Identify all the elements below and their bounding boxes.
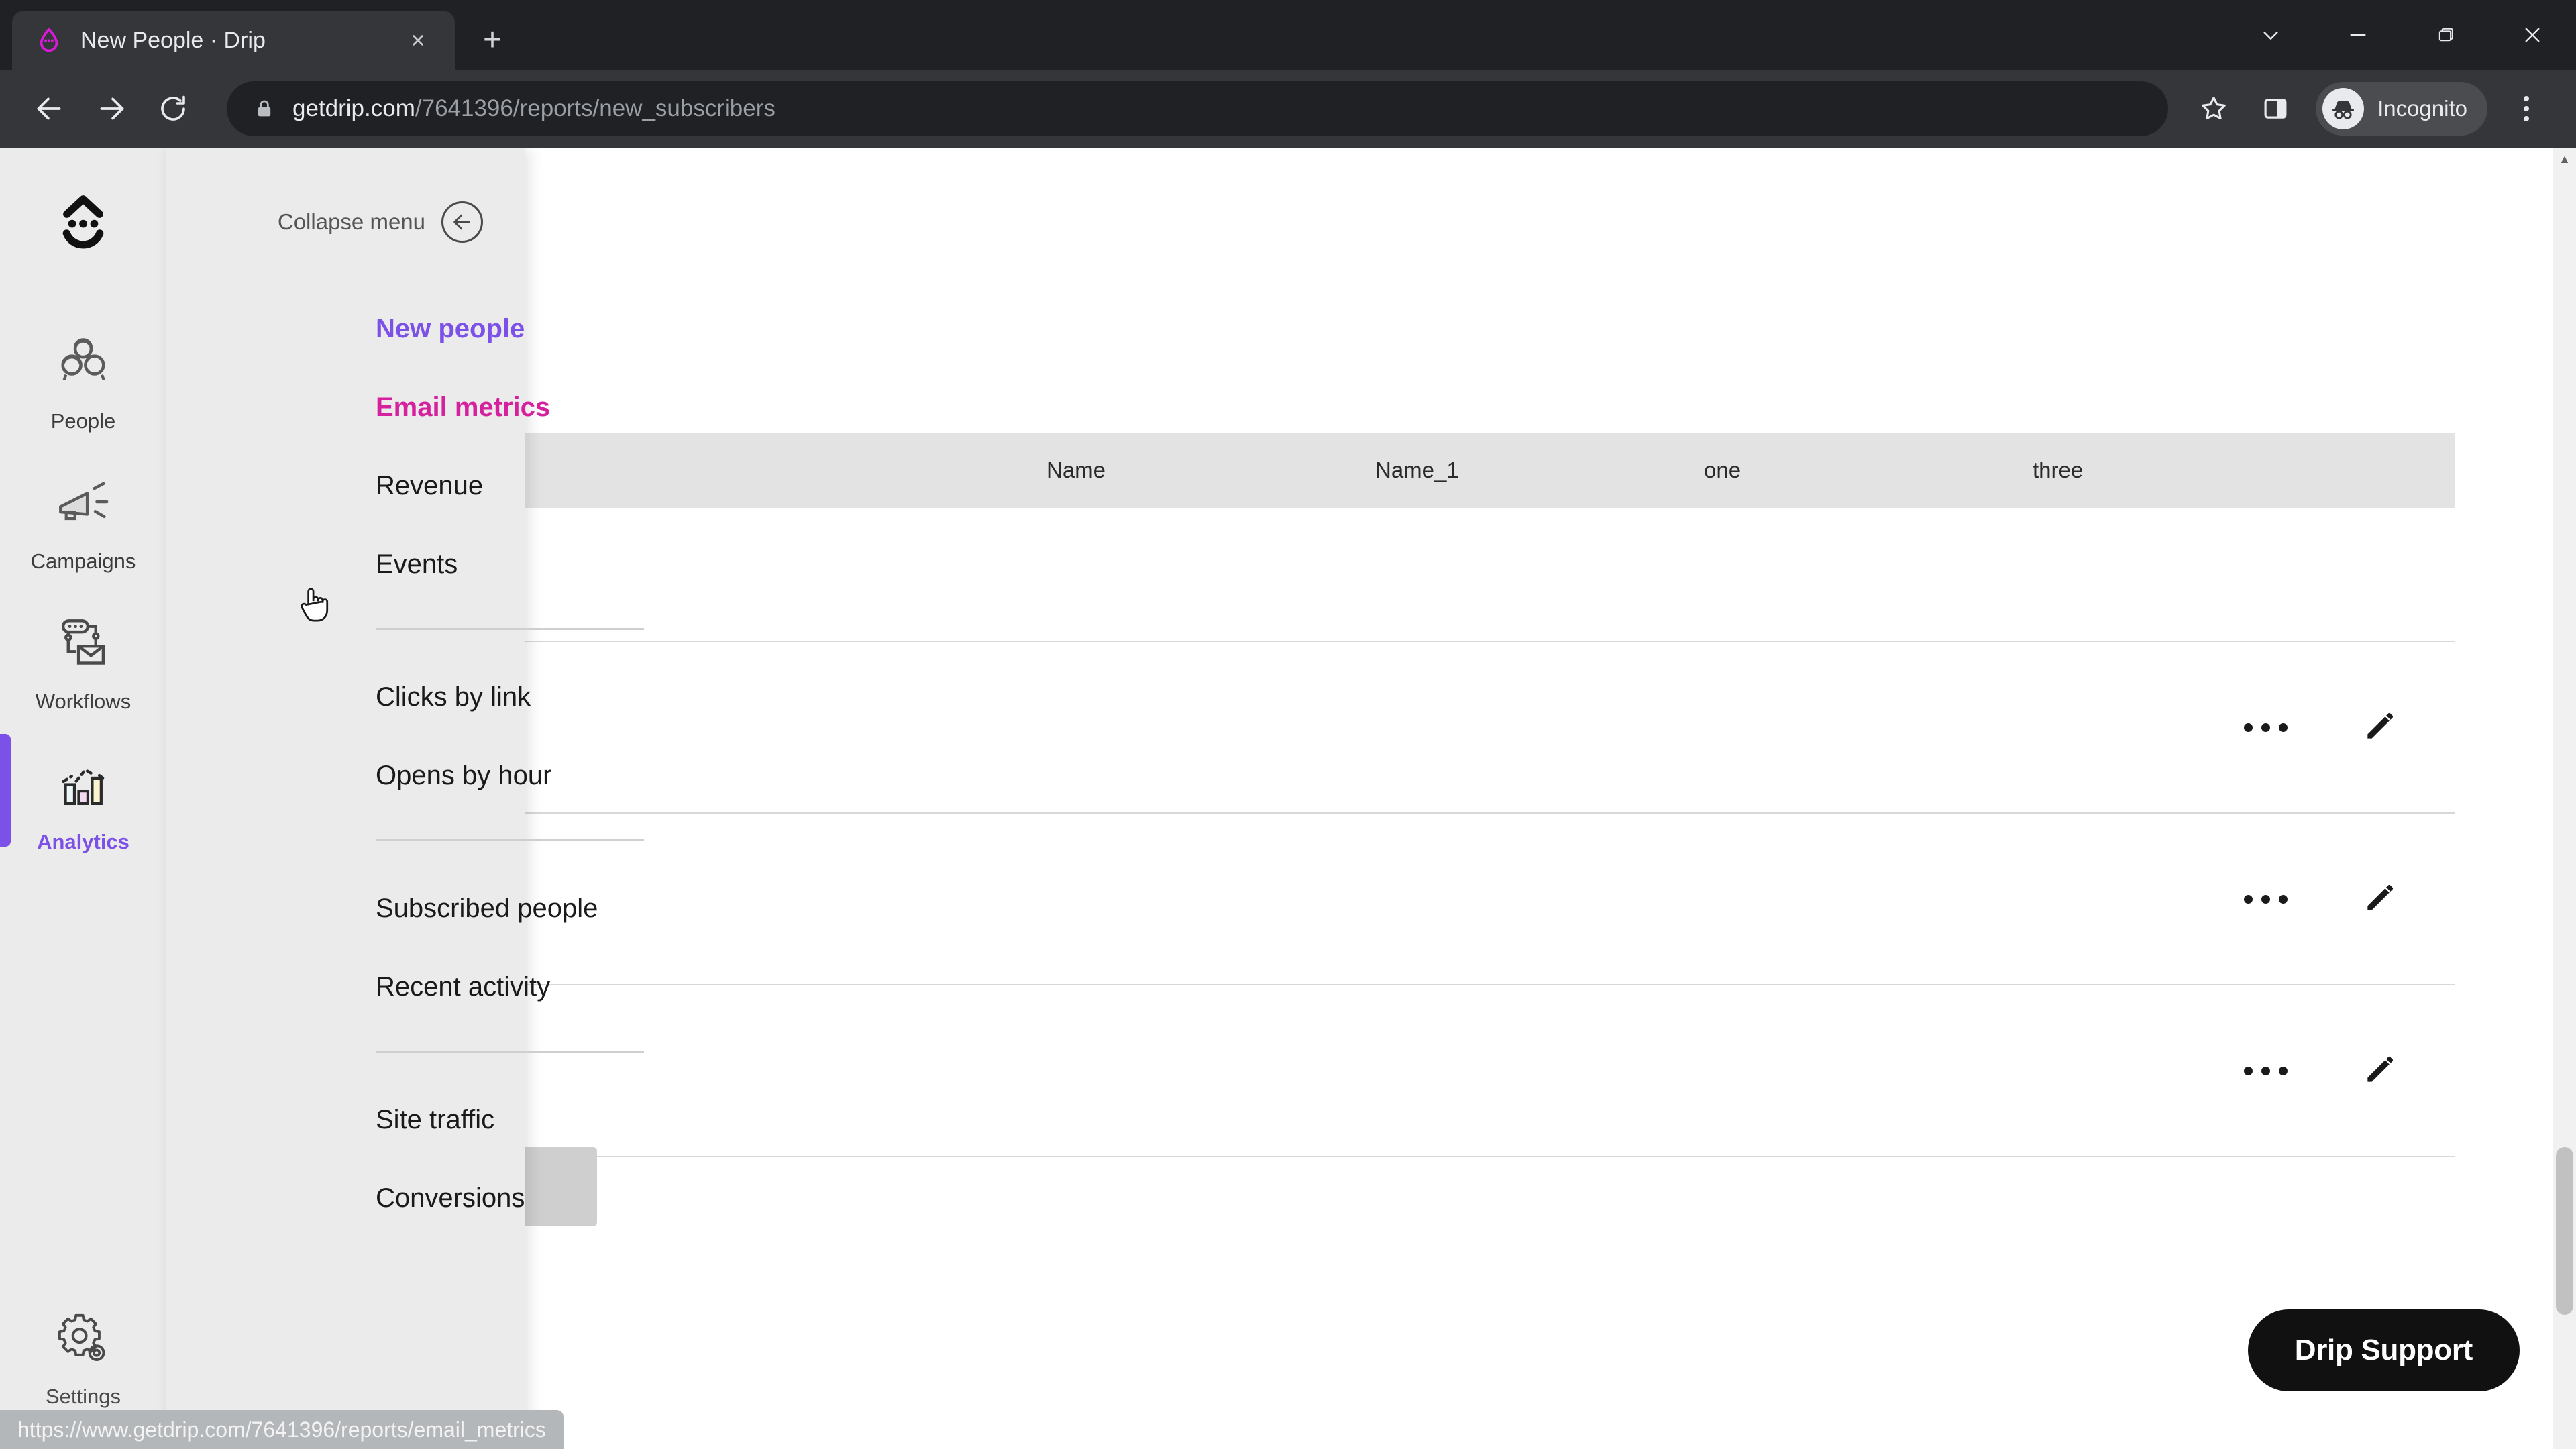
minimize-icon[interactable] [2314,0,2402,70]
side-panel-icon[interactable] [2245,78,2306,140]
flyout-menu-list: New people Email metrics Revenue Events … [166,243,644,1214]
drip-support-button[interactable]: Drip Support [2247,1309,2520,1391]
status-bar-url: https://www.getdrip.com/7641396/reports/… [17,1417,546,1442]
edit-pencil-icon[interactable] [2361,879,2399,920]
tab-title: New People · Drip [80,27,266,53]
menu-divider [376,1051,644,1053]
sidebar-label-analytics: Analytics [37,830,129,853]
more-options-icon[interactable] [2244,894,2288,904]
chrome-menu-icon[interactable] [2496,78,2557,140]
menu-item-clicks-by-link[interactable]: Clicks by link [376,682,531,712]
sidebar-item-settings[interactable]: Settings [46,1311,121,1409]
analytics-flyout-menu: Collapse menu New people Email metrics R… [166,148,644,1422]
toolbar-right: Incognito [2183,78,2557,140]
back-arrow-icon[interactable] [19,78,80,140]
table-row[interactable]: djoy.com 00 PM [262,985,2455,1157]
collapse-menu-button[interactable]: Collapse menu [166,148,525,243]
people-icon [52,332,114,397]
bookmark-star-icon[interactable] [2183,78,2245,140]
maximize-icon[interactable] [2402,0,2489,70]
column-header-name-1[interactable]: Name_1 [1375,458,1704,483]
menu-item-opens-by-hour[interactable]: Opens by hour [376,761,551,791]
megaphone-icon [52,472,114,537]
row-actions [2244,707,2455,748]
table-row[interactable]: om 14 PM [262,642,2455,814]
drip-droplet-icon [35,26,63,54]
workflow-icon [52,612,114,678]
sidebar-label-people: People [50,409,116,433]
row-actions [2244,879,2455,920]
bar-chart-icon [52,753,114,818]
browser-toolbar: getdrip.com/7641396/reports/new_subscrib… [0,70,2576,148]
incognito-label: Incognito [2377,96,2467,121]
edit-pencil-icon[interactable] [2361,707,2399,748]
menu-item-recent-activity[interactable]: Recent activity [376,972,550,1002]
column-header-one[interactable]: one [1704,458,2033,483]
sidebar-item-people[interactable]: People [0,308,166,448]
lock-icon [251,97,278,120]
menu-item-conversions[interactable]: Conversions [376,1183,525,1214]
window-controls [2227,0,2576,70]
vertical-scrollbar[interactable]: ▲ [2553,148,2576,1449]
tab-strip: New People · Drip × + [0,0,2576,70]
url-path: /7641396/reports/new_subscribers [415,95,775,121]
app-sidebar-rail: People Campaigns Workflows Analytics Set… [0,148,166,1449]
url-text: getdrip.com/7641396/reports/new_subscrib… [292,95,775,122]
forward-arrow-icon[interactable] [80,78,142,140]
link-status-bar: https://www.getdrip.com/7641396/reports/… [0,1410,564,1449]
table-row[interactable]: 14 PM [262,508,2455,642]
arrow-left-icon[interactable] [441,201,483,243]
column-header-three[interactable]: three [2033,458,2361,483]
scroll-up-arrow-icon[interactable]: ▲ [2553,148,2576,170]
browser-window: New People · Drip × + getdrip.com/764139… [0,0,2576,1449]
address-bar[interactable]: getdrip.com/7641396/reports/new_subscrib… [227,81,2169,136]
sidebar-label-campaigns: Campaigns [30,549,136,573]
menu-item-events[interactable]: Events [376,549,525,580]
reload-icon[interactable] [142,78,204,140]
more-options-icon[interactable] [2244,1066,2288,1075]
menu-divider [376,628,644,630]
scrollbar-thumb[interactable] [2556,1147,2573,1315]
sidebar-item-analytics[interactable]: Analytics [0,729,166,869]
edit-pencil-icon[interactable] [2361,1051,2399,1091]
table-header-row: Name Name_1 one three [262,433,2455,508]
column-header-name[interactable]: Name [1046,458,1375,483]
menu-item-new-people[interactable]: New people [376,314,525,344]
menu-item-revenue[interactable]: Revenue [376,471,525,501]
menu-item-subscribed-people[interactable]: Subscribed people [376,894,598,924]
sidebar-item-workflows[interactable]: Workflows [0,588,166,729]
close-icon[interactable]: × [400,22,436,58]
incognito-icon [2322,88,2365,129]
new-tab-button[interactable]: + [468,16,517,64]
sidebar-label-workflows: Workflows [35,690,131,713]
drip-logo[interactable] [48,189,118,262]
more-options-icon[interactable] [2244,722,2288,732]
url-domain: getdrip.com [292,95,415,121]
browser-tab[interactable]: New People · Drip × [12,11,455,70]
minimize-all-icon[interactable] [2227,0,2314,70]
window-close-icon[interactable] [2489,0,2576,70]
page-viewport: e Name Name_1 one three 14 PM om 14 PM [0,148,2576,1449]
reports-table: Name Name_1 one three 14 PM om 14 PM [262,433,2455,1157]
collapse-menu-label: Collapse menu [277,209,425,234]
menu-item-email-metrics[interactable]: Email metrics [376,392,550,423]
incognito-profile-pill[interactable]: Incognito [2316,82,2487,136]
sidebar-item-campaigns[interactable]: Campaigns [0,448,166,588]
menu-divider [376,839,644,841]
menu-item-site-traffic[interactable]: Site traffic [376,1105,525,1135]
row-actions [2244,1051,2455,1091]
sidebar-label-settings: Settings [45,1385,121,1408]
gear-icon [54,1311,112,1373]
